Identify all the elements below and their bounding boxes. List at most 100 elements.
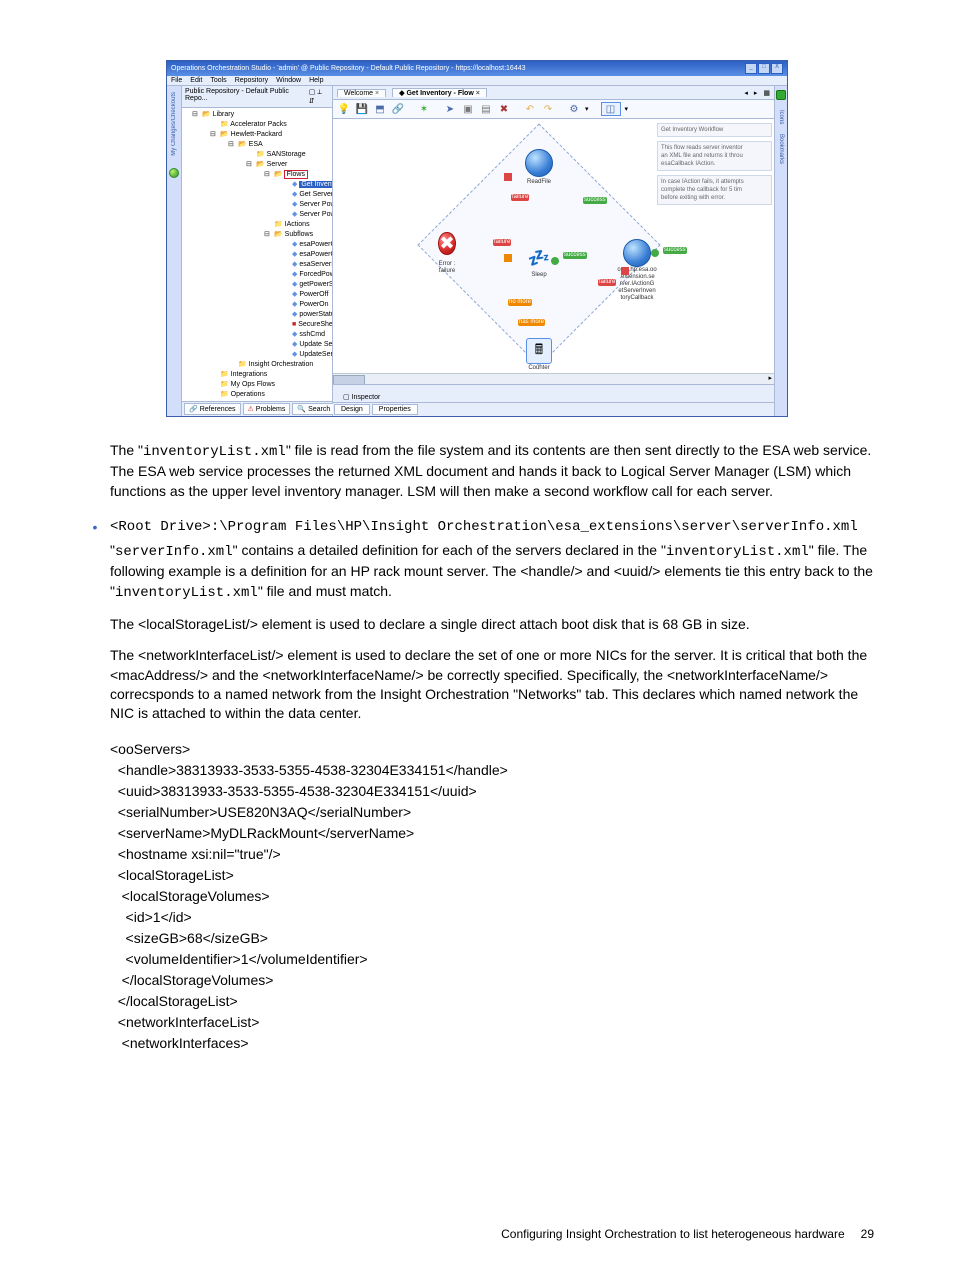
tree-operations[interactable]: Operations — [231, 391, 265, 398]
tree-san[interactable]: SANStorage — [267, 151, 306, 158]
node-error-failure[interactable]: ✖ Error : failure — [433, 229, 461, 257]
tab-welcome[interactable]: Welcome× — [337, 89, 386, 97]
tree-server[interactable]: Server — [267, 161, 288, 168]
paste-icon[interactable]: ▤ — [479, 102, 493, 116]
menu-help[interactable]: Help — [309, 77, 323, 84]
card-text: an XML file and returns it throu — [661, 153, 743, 159]
menu-window[interactable]: Window — [276, 77, 301, 84]
tree-sf1[interactable]: esaPowerOffCallback — [299, 241, 332, 248]
debug-icon[interactable]: ✶ — [417, 102, 431, 116]
icons-tab[interactable]: Icons — [778, 110, 784, 124]
tree-subflows[interactable]: Subflows — [285, 231, 313, 238]
tree-sf11[interactable]: Update Server PowerOn — [299, 341, 332, 348]
redo-icon[interactable]: ↷ — [541, 102, 555, 116]
tree-spon[interactable]: Server Power OFF — [299, 201, 332, 208]
node-readfile[interactable]: ReadFile — [525, 149, 553, 177]
tree-sf4[interactable]: ForcedPowerOff — [299, 271, 332, 278]
minimize-button[interactable]: _ — [745, 63, 757, 74]
close-icon[interactable]: × — [476, 90, 480, 97]
dropdown-icon[interactable]: ▾ — [585, 105, 589, 113]
bullet-item: • <Root Drive>:\Program Files\HP\Insight… — [110, 519, 874, 535]
tree-sf10[interactable]: sshCmd — [299, 331, 325, 338]
tab-search[interactable]: 🔍Search — [292, 403, 335, 415]
bookmarks-tab[interactable]: Bookmarks — [778, 134, 784, 164]
edge-label-success: success — [563, 252, 587, 259]
close-icon[interactable]: × — [375, 90, 379, 97]
tree-sf12[interactable]: UpdateServerInventoryIt — [299, 351, 332, 358]
tab-get-inventory[interactable]: ◆ Get Inventory - Flow× — [392, 88, 487, 97]
folder-icon: 📂 — [274, 231, 283, 238]
tree-tab-controls[interactable]: ▢ ⟂ ⇵ — [309, 88, 329, 105]
gear-icon[interactable]: ⚙ — [567, 102, 581, 116]
dropdown-icon[interactable]: ▾ — [625, 105, 629, 113]
flow-icon: ◆ — [292, 201, 297, 208]
tree-insorch[interactable]: Insight Orchestration — [249, 361, 314, 368]
tree-sf2[interactable]: esaPowerOnCallback — [299, 251, 332, 258]
tree-tab-label[interactable]: Public Repository - Default Public Repo.… — [185, 88, 309, 105]
tree-getsvrinfo[interactable]: Get Server Info — [299, 191, 332, 198]
flow-icon: ◆ — [292, 341, 297, 348]
p2-f1: serverInfo.xml — [115, 544, 233, 560]
tab-menu-icon[interactable]: ▦ — [763, 89, 770, 97]
copy-icon[interactable]: ▣ — [461, 102, 475, 116]
tab-nav-right-icon[interactable]: ▸ — [754, 89, 758, 97]
tree-myops[interactable]: My Ops Flows — [231, 381, 275, 388]
scroll-right-icon[interactable]: ▸ — [768, 374, 772, 382]
canvas-hscroll[interactable]: ◂ ▸ — [333, 373, 774, 384]
maximize-button[interactable]: □ — [758, 63, 770, 74]
run-icon[interactable]: ➤ — [443, 102, 457, 116]
menu-edit[interactable]: Edit — [190, 77, 202, 84]
node-callback[interactable]: com.hp.esa.oo .extension.se rver.IAction… — [623, 239, 651, 267]
tab-nav-left-icon[interactable]: ◂ — [744, 89, 748, 97]
close-button[interactable]: X — [771, 63, 783, 74]
tree-sf9[interactable]: SecureShellCLI — [298, 321, 332, 328]
tree-sf3[interactable]: esaServerInfoCallback — [299, 261, 332, 268]
subtab-properties[interactable]: Properties — [372, 404, 418, 415]
layout-icon[interactable]: ⬒ — [373, 102, 387, 116]
canvas-lower-tabs: ▢ Inspector — [333, 384, 774, 402]
lightbulb-icon[interactable]: 💡 — [337, 102, 351, 116]
tree-hp[interactable]: Hewlett-Packard — [231, 131, 282, 138]
tab-problems[interactable]: ⚠Problems — [243, 403, 291, 415]
tree-sf7[interactable]: PowerOn — [299, 301, 328, 308]
menu-file[interactable]: File — [171, 77, 182, 84]
node-sleep[interactable]: 💤 Sleep — [525, 244, 553, 272]
tree-accel[interactable]: Accelerator Packs — [230, 121, 286, 128]
my-changes-tab[interactable]: My Changes/Checkouts — [171, 92, 177, 156]
tree-flows[interactable]: Flows — [285, 171, 307, 178]
delete-icon[interactable]: ✖ — [497, 102, 511, 116]
oo-studio-window: Operations Orchestration Studio - 'admin… — [166, 60, 788, 417]
tree-sf6[interactable]: PowerOff — [299, 291, 328, 298]
tree-getinv[interactable]: Get Inventory — [299, 181, 332, 188]
cb-l4: etServerInven — [618, 288, 655, 294]
tree-iactions[interactable]: IActions — [285, 221, 310, 228]
tree-sf8[interactable]: powerStatusCmd — [299, 311, 332, 318]
edge-label-success: success — [583, 197, 607, 204]
flow-canvas[interactable]: ReadFile failure success ✖ Error : failu… — [333, 119, 774, 402]
flow-icon: ◆ — [292, 241, 297, 248]
tab-references[interactable]: 🔗References — [184, 403, 241, 415]
tree-esa[interactable]: ESA — [249, 141, 263, 148]
menu-repository[interactable]: Repository — [235, 77, 268, 84]
menu-tools[interactable]: Tools — [210, 77, 226, 84]
save-icon[interactable]: 💾 — [355, 102, 369, 116]
node-counter-label: Counter — [504, 365, 574, 372]
tree-integrations[interactable]: Integrations — [231, 371, 268, 378]
view-icon[interactable]: ◫ — [601, 102, 621, 116]
card-text: In case IAction fails, it attempts — [661, 179, 744, 185]
tree-spoff[interactable]: Server Power ON — [299, 211, 332, 218]
node-counter[interactable]: 🖩 Counter — [525, 337, 553, 365]
tree-sf5[interactable]: getPowerStatusOnDELL — [299, 281, 332, 288]
repository-tree[interactable]: 📂 Library 📁 Accelerator Packs 📂 Hewlett-… — [182, 108, 332, 401]
subtab-design[interactable]: Design — [334, 404, 370, 415]
flow-icon: ◆ — [292, 191, 297, 198]
inspector-label[interactable]: ▢ Inspector — [337, 392, 386, 402]
link-icon[interactable]: 🔗 — [391, 102, 405, 116]
flow-icon: ◆ — [292, 211, 297, 218]
menubar: File Edit Tools Repository Window Help — [167, 76, 787, 86]
window-titlebar[interactable]: Operations Orchestration Studio - 'admin… — [167, 61, 787, 76]
go-icon[interactable] — [776, 90, 786, 100]
failure-port-icon — [504, 173, 512, 181]
undo-icon[interactable]: ↶ — [523, 102, 537, 116]
tree-library[interactable]: Library — [213, 111, 234, 118]
